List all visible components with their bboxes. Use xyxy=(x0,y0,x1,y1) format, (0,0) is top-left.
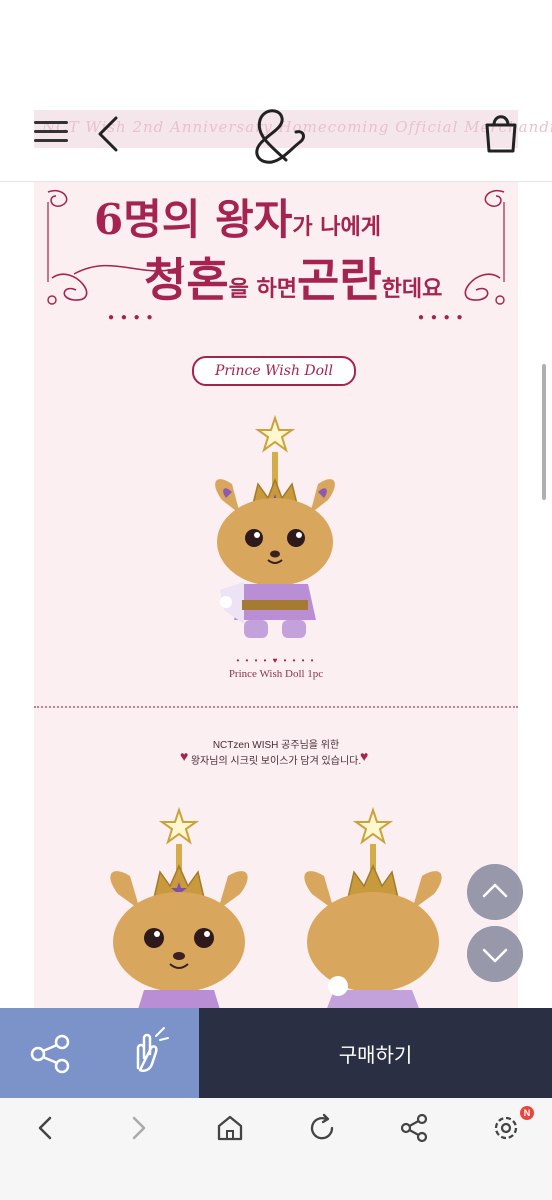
share-icon xyxy=(30,1034,70,1074)
ornament-dots-left: ● ● ● ● xyxy=(108,312,155,323)
menu-icon[interactable] xyxy=(34,118,68,146)
desc-line-2: 왕자님의 시크릿 보이스가 담겨 있습니다. xyxy=(190,756,362,767)
refresh-icon[interactable] xyxy=(302,1108,342,1148)
separator-dots: • • • • ♥ • • • • xyxy=(236,656,316,665)
home-icon[interactable] xyxy=(210,1108,250,1148)
like-button[interactable] xyxy=(100,1008,199,1098)
scroll-up-button[interactable] xyxy=(467,864,523,920)
forward-icon[interactable] xyxy=(118,1108,158,1148)
share-button[interactable] xyxy=(0,1008,100,1098)
doll-back-image xyxy=(304,806,442,1010)
page: NCT Wish 2nd Anniversary Homecoming Offi… xyxy=(0,0,552,1200)
doll-front-image xyxy=(110,806,248,1010)
product-detail-image: 6명의 왕자가 나에게 청혼을 하면곤란한데요 ● ● ● ● ● ● ● ● … xyxy=(34,182,518,1010)
ornament-dots-right: ● ● ● ● xyxy=(418,312,465,323)
back-icon[interactable] xyxy=(94,114,124,154)
dotted-divider xyxy=(34,706,518,708)
notification-badge: N xyxy=(520,1106,534,1120)
scroll-down-button[interactable] xyxy=(467,926,523,982)
buy-button[interactable]: 구매하기 xyxy=(199,1008,552,1098)
title-artwork: 6명의 왕자가 나에게 청혼을 하면곤란한데요 ● ● ● ● ● ● ● ● xyxy=(34,182,518,332)
desc-line-1: NCTzen WISH 공주님을 위한 xyxy=(212,740,340,751)
ampersand-logo[interactable] xyxy=(246,104,306,166)
product-description: NCTzen WISH 공주님을 위한 왕자님의 시크릿 보이스가 담겨 있습니… xyxy=(34,738,518,770)
product-caption: Prince Wish Doll 1pc xyxy=(228,668,324,680)
back-icon[interactable] xyxy=(26,1108,66,1148)
site-header: NCT Wish 2nd Anniversary Homecoming Offi… xyxy=(0,100,552,182)
title-line-2: 청혼을 하면곤란한데요 xyxy=(144,253,443,307)
cart-icon[interactable] xyxy=(482,112,520,154)
title-line-1: 6명의 왕자가 나에게 xyxy=(94,195,382,244)
product-name-badge: Prince Wish Doll xyxy=(192,356,356,386)
prince-wish-doll-image xyxy=(215,414,335,638)
finger-heart-icon xyxy=(136,1027,169,1072)
browser-navigation-bar: N xyxy=(0,1098,552,1200)
scrollbar[interactable] xyxy=(542,364,546,500)
purchase-action-bar: 구매하기 xyxy=(0,1008,552,1098)
share-icon[interactable] xyxy=(394,1108,434,1148)
buy-button-label: 구매하기 xyxy=(338,1044,413,1067)
